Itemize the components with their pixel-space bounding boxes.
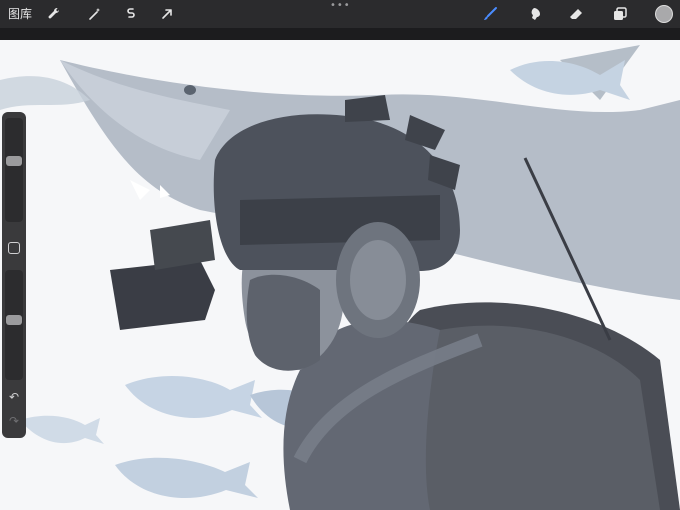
- opacity-slider[interactable]: [5, 270, 23, 380]
- transform-icon[interactable]: [157, 4, 177, 24]
- wrench-icon[interactable]: [44, 4, 64, 24]
- artwork-illustration: [0, 45, 680, 510]
- smudge-icon[interactable]: [526, 4, 546, 24]
- redo-icon[interactable]: ↷: [6, 414, 22, 428]
- brush-icon[interactable]: [480, 4, 500, 24]
- modify-button[interactable]: [8, 242, 20, 254]
- color-picker-button[interactable]: [655, 5, 673, 23]
- drawing-canvas[interactable]: [0, 40, 680, 510]
- opacity-thumb[interactable]: [6, 315, 22, 325]
- layers-icon[interactable]: [610, 4, 630, 24]
- undo-icon[interactable]: ↶: [6, 390, 22, 404]
- brush-sidebar: ↶ ↷: [2, 112, 26, 438]
- more-options-icon[interactable]: •••: [330, 0, 350, 12]
- top-toolbar: 图库 •••: [0, 0, 680, 28]
- brush-size-thumb[interactable]: [6, 155, 22, 166]
- brush-size-slider[interactable]: [5, 118, 23, 222]
- magic-wand-icon[interactable]: [84, 4, 104, 24]
- eraser-icon[interactable]: [566, 4, 586, 24]
- gallery-button[interactable]: 图库: [8, 6, 32, 22]
- selection-icon[interactable]: [121, 4, 141, 24]
